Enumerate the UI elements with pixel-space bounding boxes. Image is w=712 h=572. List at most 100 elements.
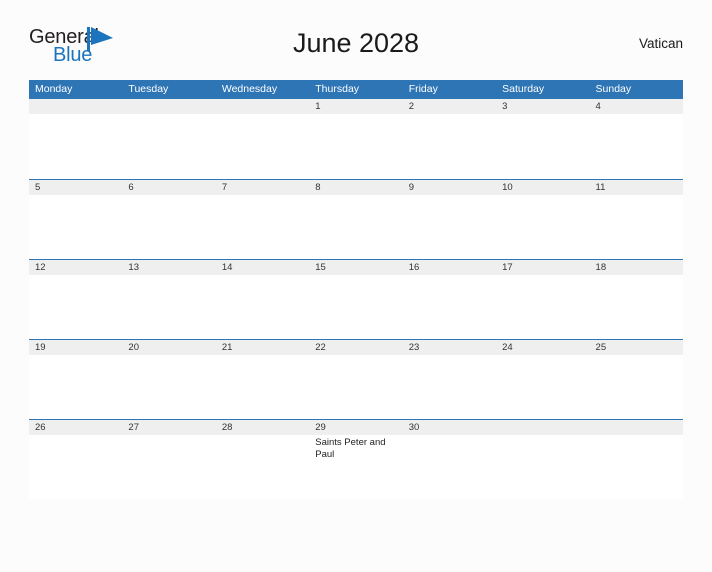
calendar-day-cell[interactable]: 29 Saints Peter and Paul — [309, 420, 403, 499]
region-label: Vatican — [638, 36, 683, 51]
calendar-day-cell[interactable]: 1 — [309, 99, 403, 179]
date-band: 24 — [496, 340, 590, 355]
date-band — [122, 99, 216, 114]
calendar-day-cell-empty — [496, 420, 590, 499]
calendar-week-row: 5 6 7 8 9 10 11 — [29, 179, 683, 259]
date-band: 23 — [402, 340, 497, 355]
day-number: 14 — [221, 262, 233, 273]
calendar-day-cell[interactable]: 17 — [496, 260, 590, 339]
calendar-day-cell[interactable]: 20 — [122, 340, 216, 419]
calendar-day-cell[interactable]: 3 — [496, 99, 590, 179]
day-events — [309, 355, 402, 357]
calendar-day-cell-empty — [122, 99, 216, 179]
day-events — [403, 195, 496, 197]
day-events — [122, 275, 215, 277]
day-number: 17 — [502, 262, 513, 273]
date-band — [496, 420, 590, 435]
day-number: 7 — [221, 182, 228, 193]
day-number: 6 — [128, 182, 134, 193]
date-band: 7 — [215, 180, 310, 195]
calendar-day-cell[interactable]: 16 — [402, 260, 497, 339]
weekday-header-friday: Friday — [408, 83, 438, 95]
date-band: 19 — [29, 340, 123, 355]
day-number: 26 — [35, 422, 46, 433]
date-band: 16 — [402, 260, 497, 275]
day-number: 4 — [595, 101, 601, 112]
date-band: 30 — [402, 420, 497, 435]
day-number: 11 — [595, 182, 606, 193]
calendar-day-cell[interactable]: 12 — [29, 260, 123, 339]
date-band: 21 — [215, 340, 310, 355]
calendar-day-cell[interactable]: 7 — [215, 180, 310, 259]
day-events — [29, 275, 122, 277]
calendar-day-cell[interactable]: 8 — [309, 180, 403, 259]
calendar-day-cell[interactable]: 14 — [215, 260, 310, 339]
day-number: 5 — [35, 182, 41, 193]
calendar-day-cell[interactable]: 21 — [215, 340, 310, 419]
calendar-day-cell[interactable]: 25 — [589, 340, 683, 419]
calendar-day-cell[interactable]: 30 — [402, 420, 497, 499]
calendar-day-cell[interactable]: 4 — [589, 99, 683, 179]
day-events — [496, 275, 589, 277]
date-band: 29 — [309, 420, 403, 435]
calendar-day-cell[interactable]: 23 — [402, 340, 497, 419]
calendar-day-cell[interactable]: 9 — [402, 180, 497, 259]
calendar-day-cell[interactable]: 27 — [122, 420, 216, 499]
calendar-week-row: 1 2 3 4 — [29, 99, 683, 179]
calendar-day-cell[interactable]: 5 — [29, 180, 123, 259]
calendar-day-cell[interactable]: 11 — [589, 180, 683, 259]
date-band — [215, 99, 310, 114]
date-band: 11 — [589, 180, 683, 195]
calendar-day-cell[interactable]: 6 — [122, 180, 216, 259]
weekday-header-saturday: Saturday — [502, 83, 545, 95]
day-number: 22 — [315, 342, 326, 353]
date-band: 8 — [309, 180, 403, 195]
date-band: 4 — [589, 99, 683, 114]
calendar-day-cell[interactable]: 19 — [29, 340, 123, 419]
date-band: 3 — [496, 99, 590, 114]
calendar-day-cell[interactable]: 22 — [309, 340, 403, 419]
day-events — [590, 355, 683, 357]
date-band — [589, 420, 683, 435]
calendar-day-cell[interactable]: 26 — [29, 420, 123, 499]
day-number: 27 — [128, 422, 139, 433]
calendar-week-row: 26 27 28 29 Saints Peter and Paul 30 — [29, 419, 683, 499]
date-band: 17 — [496, 260, 590, 275]
calendar-day-cell[interactable]: 28 — [215, 420, 310, 499]
calendar-day-cell[interactable]: 24 — [496, 340, 590, 419]
day-events — [122, 355, 215, 357]
date-band: 14 — [215, 260, 310, 275]
day-number: 20 — [128, 342, 139, 353]
day-number: 25 — [595, 342, 607, 353]
calendar-day-cell[interactable]: 15 — [309, 260, 403, 339]
day-events — [216, 355, 309, 357]
calendar-day-cell-empty — [29, 99, 123, 179]
day-events — [29, 355, 122, 357]
day-number: 12 — [35, 262, 46, 273]
day-events — [403, 355, 496, 357]
day-number: 9 — [408, 182, 414, 193]
day-events — [309, 114, 402, 116]
calendar-week-row: 12 13 14 15 16 17 18 — [29, 259, 683, 339]
day-events — [29, 195, 122, 197]
day-number: 19 — [35, 342, 46, 353]
day-number: 15 — [315, 262, 326, 273]
day-events — [590, 114, 683, 116]
day-events — [216, 435, 309, 437]
day-number: 3 — [502, 101, 508, 112]
day-events — [216, 195, 309, 197]
calendar-day-cell[interactable]: 10 — [496, 180, 590, 259]
date-band: 18 — [589, 260, 683, 275]
calendar-day-cell[interactable]: 18 — [589, 260, 683, 339]
calendar-grid: Monday Tuesday Wednesday Thursday Friday… — [29, 80, 683, 499]
day-number: 8 — [315, 182, 321, 193]
weekday-header-monday: Monday — [35, 83, 73, 95]
day-number: 29 — [315, 422, 326, 433]
weekday-header-wednesday: Wednesday — [221, 83, 278, 95]
date-band: 25 — [589, 340, 683, 355]
weekday-header-sunday: Sunday — [595, 83, 632, 95]
calendar-day-cell[interactable]: 13 — [122, 260, 216, 339]
date-band: 20 — [122, 340, 216, 355]
calendar-day-cell[interactable]: 2 — [402, 99, 497, 179]
date-band: 9 — [402, 180, 497, 195]
